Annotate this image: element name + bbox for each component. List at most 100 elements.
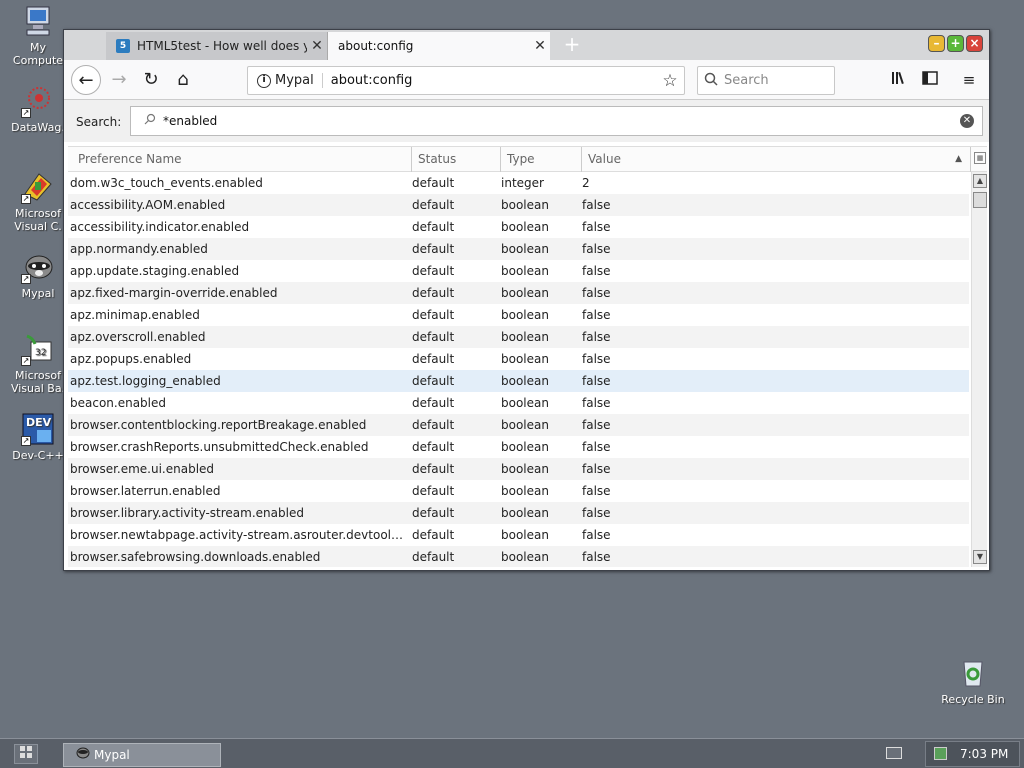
pref-type-cell: boolean <box>501 198 549 212</box>
table-row[interactable]: browser.crashReports.unsubmittedCheck.en… <box>68 436 969 458</box>
tab-about-config[interactable]: about:config ✕ <box>328 32 550 60</box>
scroll-down-icon[interactable]: ▼ <box>973 550 987 564</box>
pref-value-cell: false <box>582 352 611 366</box>
pref-name-cell: app.normandy.enabled <box>70 242 208 256</box>
clock[interactable]: 7:03 PM <box>960 742 1008 766</box>
table-row[interactable]: browser.safebrowsing.downloads.enabled de… <box>68 546 969 567</box>
pref-name-cell: browser.eme.ui.enabled <box>70 462 215 476</box>
pref-status-cell: default <box>412 352 455 366</box>
pref-type-cell: boolean <box>501 286 549 300</box>
desktop-icon-recycle-bin[interactable]: Recycle Bin <box>938 656 1008 706</box>
column-header-value[interactable]: Value ▲ <box>582 147 971 172</box>
back-button[interactable]: ← <box>71 65 101 95</box>
pref-value-cell: false <box>582 506 611 520</box>
html5-icon: 5 <box>116 39 130 53</box>
table-row[interactable]: apz.overscroll.enabled default boolean fals… <box>68 326 969 348</box>
table-row[interactable]: beacon.enabled default boolean false <box>68 392 969 414</box>
clear-filter-icon[interactable]: ✕ <box>960 114 974 128</box>
taskbar: Mypal 7:03 PM <box>0 738 1024 768</box>
minimize-button[interactable]: – <box>928 35 945 52</box>
pref-value-cell: false <box>582 242 611 256</box>
pref-status-cell: default <box>412 418 455 432</box>
pref-value-cell: false <box>582 484 611 498</box>
table-row[interactable]: browser.newtabpage.activity-stream.asrou… <box>68 524 969 546</box>
pref-name-cell: browser.laterrun.enabled <box>70 484 221 498</box>
scroll-up-icon[interactable]: ▲ <box>973 174 987 188</box>
pref-name-cell: app.update.staging.enabled <box>70 264 240 278</box>
preferences-table: Preference Name Status Type Value ▲ ▦ do… <box>68 146 987 568</box>
pref-name-cell: apz.overscroll.enabled <box>70 330 206 344</box>
pref-status-cell: default <box>412 286 455 300</box>
close-window-button[interactable]: × <box>966 35 983 52</box>
table-row[interactable]: browser.contentblocking.reportBreakage.e… <box>68 414 969 436</box>
pref-type-cell: boolean <box>501 440 549 454</box>
column-picker-icon[interactable]: ▦ <box>974 152 986 164</box>
tab-html5test[interactable]: 5 HTML5test - How well does y ✕ <box>106 32 328 60</box>
visual-c-icon: ↗ <box>21 170 55 204</box>
table-row[interactable]: browser.library.activity-stream.enabled d… <box>68 502 969 524</box>
tab-strip: 5 HTML5test - How well does y ✕ about:co… <box>64 30 989 60</box>
computer-icon <box>21 4 55 38</box>
column-header-preference-name[interactable]: Preference Name <box>72 147 412 172</box>
table-row[interactable]: browser.laterrun.enabled default boolean fa… <box>68 480 969 502</box>
pref-value-cell: 2 <box>582 176 590 190</box>
table-row[interactable]: app.update.staging.enabled default boolean… <box>68 260 969 282</box>
column-header-label: Value <box>588 152 621 166</box>
table-row[interactable]: apz.fixed-margin-override.enabled default… <box>68 282 969 304</box>
recycle-bin-icon <box>956 656 990 690</box>
sidebar-icon[interactable] <box>915 65 945 95</box>
pref-status-cell: default <box>412 440 455 454</box>
pref-name-cell: apz.minimap.enabled <box>70 308 200 322</box>
search-input[interactable]: Search <box>697 66 835 95</box>
vertical-scrollbar[interactable]: ▲ ▼ <box>971 172 987 567</box>
keyboard-icon[interactable] <box>886 747 902 759</box>
new-tab-button[interactable]: + <box>560 32 584 58</box>
network-icon[interactable] <box>934 747 947 760</box>
shortcut-arrow-icon: ↗ <box>21 194 31 204</box>
info-icon[interactable]: i <box>257 73 271 88</box>
close-tab-icon[interactable]: ✕ <box>307 38 327 54</box>
pref-name-cell: apz.fixed-margin-override.enabled <box>70 286 278 300</box>
library-icon[interactable] <box>884 65 914 95</box>
browser-window: 5 HTML5test - How well does y ✕ about:co… <box>63 29 990 571</box>
menu-icon[interactable]: ≡ <box>954 65 984 95</box>
scrollbar-thumb[interactable] <box>973 192 987 208</box>
taskbar-item-mypal[interactable]: Mypal <box>63 743 221 767</box>
pref-type-cell: boolean <box>501 308 549 322</box>
column-header-status[interactable]: Status <box>412 147 501 172</box>
pref-value-cell: false <box>582 198 611 212</box>
table-row[interactable]: dom.w3c_touch_events.enabled default integ… <box>68 172 969 194</box>
table-row[interactable]: browser.eme.ui.enabled default boolean fals… <box>68 458 969 480</box>
visual-basic-icon: 32 ↗ <box>21 332 55 366</box>
reload-button[interactable]: ↻ <box>136 65 166 95</box>
table-row[interactable]: apz.popups.enabled default boolean false <box>68 348 969 370</box>
url-input[interactable]: about:config <box>331 73 656 88</box>
start-menu-button[interactable] <box>14 744 38 764</box>
url-bar[interactable]: i Mypal about:config ☆ <box>247 66 685 95</box>
bookmark-star-icon[interactable]: ☆ <box>656 71 684 91</box>
pref-type-cell: boolean <box>501 374 549 388</box>
table-row[interactable]: apz.minimap.enabled default boolean false <box>68 304 969 326</box>
search-icon <box>698 72 724 90</box>
shortcut-arrow-icon: ↗ <box>21 108 31 118</box>
preference-filter-input[interactable]: *enabled ✕ <box>130 106 983 136</box>
pref-value-cell: false <box>582 528 611 542</box>
home-button[interactable]: ⌂ <box>168 65 198 95</box>
desktop-icon-label: Recycle Bin <box>941 693 1005 706</box>
pref-type-cell: boolean <box>501 352 549 366</box>
pref-status-cell: default <box>412 220 455 234</box>
maximize-button[interactable]: + <box>947 35 964 52</box>
pref-status-cell: default <box>412 308 455 322</box>
devcpp-icon: DEV ↗ <box>21 412 55 446</box>
navigation-toolbar: ← → ↻ ⌂ i Mypal about:config ☆ Search ≡ <box>64 60 989 100</box>
table-row[interactable]: accessibility.indicator.enabled default bo… <box>68 216 969 238</box>
table-row[interactable]: accessibility.AOM.enabled default boolean f… <box>68 194 969 216</box>
close-tab-icon[interactable]: ✕ <box>530 38 550 54</box>
table-row[interactable]: app.normandy.enabled default boolean false <box>68 238 969 260</box>
column-header-type[interactable]: Type <box>501 147 582 172</box>
datawag-icon: ↗ <box>21 84 55 118</box>
table-row[interactable]: apz.test.logging_enabled default boolean fa… <box>68 370 969 392</box>
table-body: dom.w3c_touch_events.enabled default integ… <box>68 172 969 567</box>
forward-button[interactable]: → <box>104 65 134 95</box>
table-header: Preference Name Status Type Value ▲ ▦ <box>68 147 987 172</box>
